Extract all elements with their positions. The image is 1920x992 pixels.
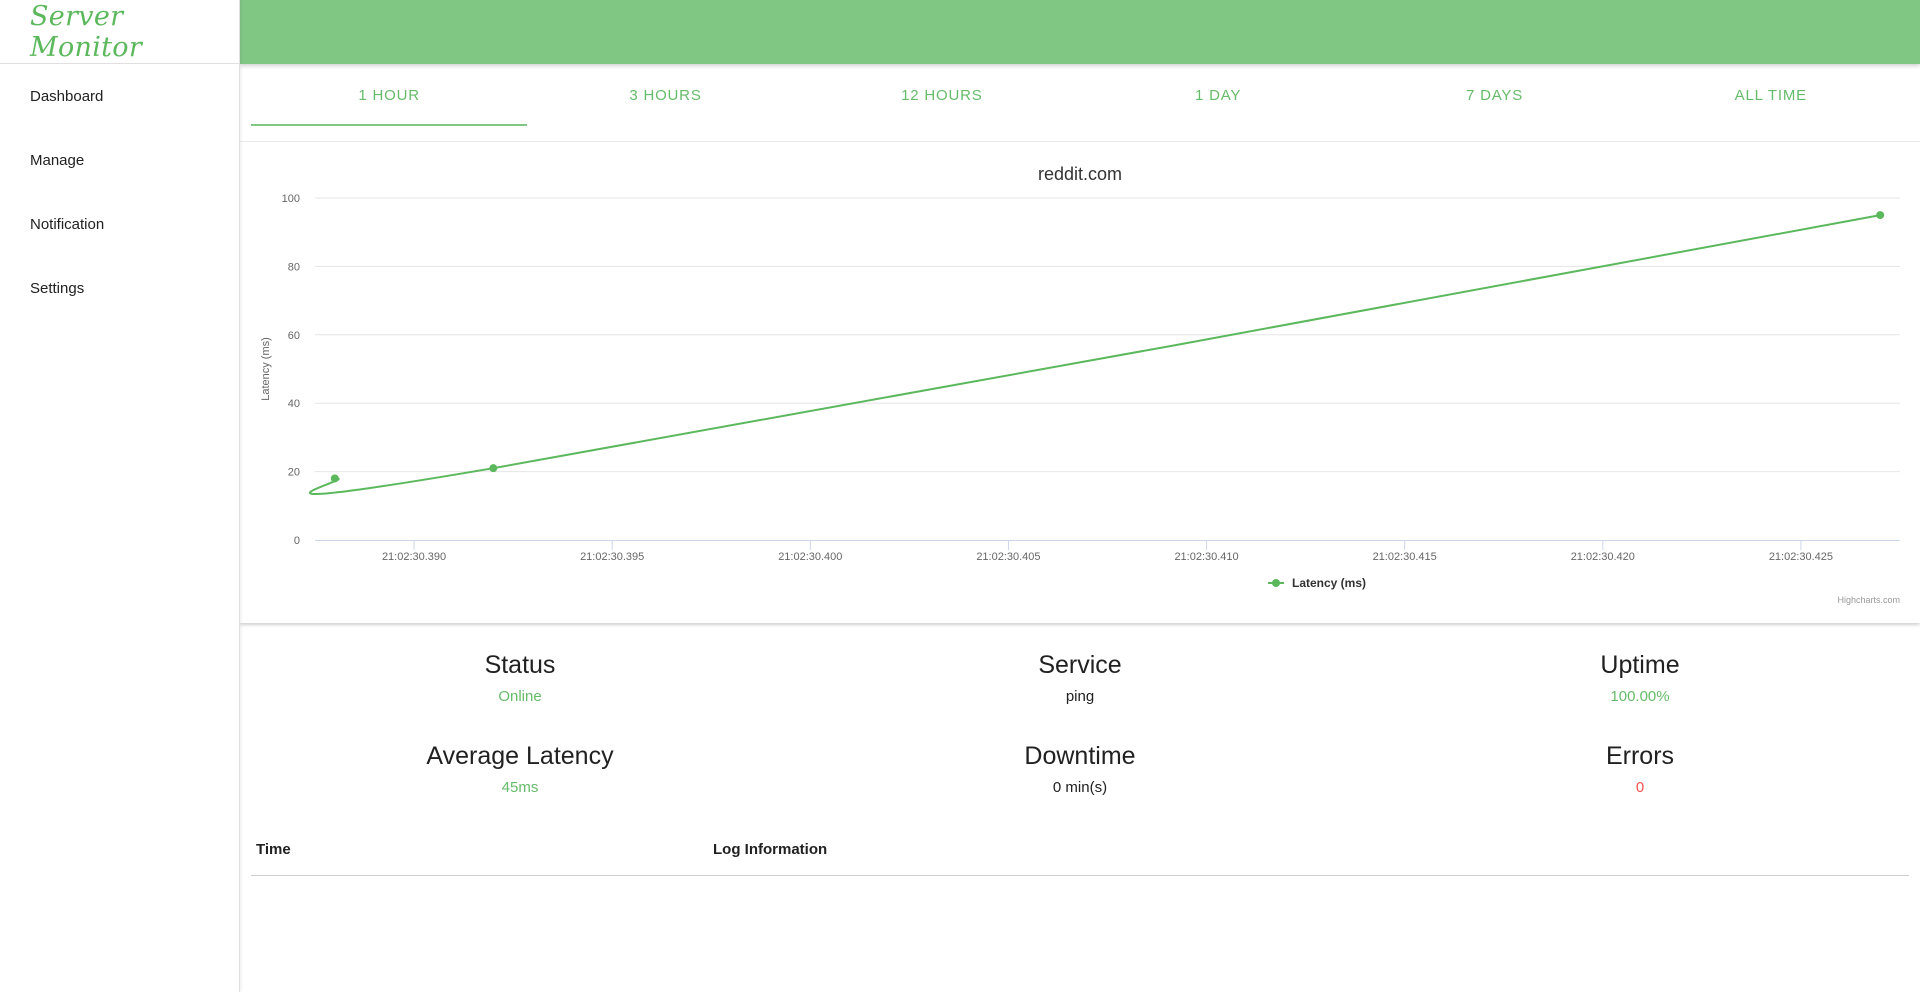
log-column-information: Log Information xyxy=(713,841,828,858)
chart-data-point[interactable] xyxy=(330,474,339,483)
chart-x-tick-label: 21:02:30.420 xyxy=(1571,551,1635,563)
sidebar: Server Monitor Dashboard Manage Notifica… xyxy=(0,0,240,992)
chart-credit[interactable]: Highcharts.com xyxy=(1837,595,1900,605)
stat-uptime-value: 100.00% xyxy=(1610,688,1670,705)
chart-x-tick-label: 21:02:30.390 xyxy=(382,551,446,563)
chart-x-tick-label: 21:02:30.415 xyxy=(1373,551,1437,563)
sidebar-item-settings[interactable]: Settings xyxy=(0,256,239,320)
tab-3-hours[interactable]: 3 HOURS xyxy=(527,64,803,126)
stat-average-latency-value: 45ms xyxy=(501,779,539,796)
chart-x-tick-label: 21:02:30.425 xyxy=(1769,551,1833,563)
chart-y-tick-label: 0 xyxy=(294,535,300,547)
chart-data-point[interactable] xyxy=(1876,211,1885,220)
sidebar-item-manage[interactable]: Manage xyxy=(0,128,239,192)
latency-chart-card: 0 20 40 60 80 100 21:02:30.390 21:02:30.395 21:… xyxy=(240,142,1920,623)
chart-y-tick-label: 20 xyxy=(288,467,300,479)
log-table-header: Time Log Information xyxy=(251,832,1909,876)
stat-downtime-label: Downtime xyxy=(1024,742,1136,770)
stat-status-value: Online xyxy=(498,688,542,705)
chart-series-line[interactable] xyxy=(309,214,1881,496)
legend-symbol-marker xyxy=(1272,579,1280,587)
tab-7-days[interactable]: 7 DAYS xyxy=(1356,64,1632,126)
chart-y-ticks: 0 20 40 60 80 100 xyxy=(282,193,300,547)
brand[interactable]: Server Monitor xyxy=(0,0,239,64)
tab-1-day[interactable]: 1 DAY xyxy=(1080,64,1356,126)
stat-errors: Errors 0 xyxy=(1440,742,1840,796)
stat-service-label: Service xyxy=(1038,651,1122,679)
chart-x-tick-label: 21:02:30.395 xyxy=(580,551,644,563)
chart-y-tick-label: 40 xyxy=(288,398,300,410)
stat-uptime-label: Uptime xyxy=(1600,651,1680,679)
chart-x-ticks: 21:02:30.390 21:02:30.395 21:02:30.400 21:0… xyxy=(382,540,1833,563)
chart-y-tick-label: 100 xyxy=(282,193,300,205)
sidebar-item-dashboard[interactable]: Dashboard xyxy=(0,64,239,128)
chart-x-tick-label: 21:02:30.400 xyxy=(778,551,842,563)
stat-status: Status Online xyxy=(320,651,720,705)
tab-1-hour[interactable]: 1 HOUR xyxy=(251,64,528,126)
stat-average-latency: Average Latency 45ms xyxy=(320,742,720,796)
tab-all-time[interactable]: ALL TIME xyxy=(1633,64,1909,126)
stat-errors-label: Errors xyxy=(1605,742,1675,770)
stat-uptime: Uptime 100.00% xyxy=(1440,651,1840,705)
chart-y-axis-label: Latency (ms) xyxy=(260,337,272,401)
stat-service: Service ping xyxy=(880,651,1280,705)
chart-grid xyxy=(315,197,1900,473)
tab-12-hours[interactable]: 12 HOURS xyxy=(804,64,1080,126)
chart-series xyxy=(309,211,1885,496)
legend-item-latency[interactable]: Latency (ms) xyxy=(1292,576,1366,590)
chart-y-tick-label: 80 xyxy=(288,261,300,273)
sidebar-item-notification[interactable]: Notification xyxy=(0,192,239,256)
top-app-bar xyxy=(240,0,1920,64)
chart-y-tick-label: 60 xyxy=(288,330,300,342)
log-column-time: Time xyxy=(256,841,291,858)
chart-x-tick-label: 21:02:30.405 xyxy=(976,551,1040,563)
latency-chart: 020406080100 21:02:30.390 21:02:30.395 21:… xyxy=(260,164,1900,605)
chart-title: reddit.com xyxy=(1038,164,1122,184)
time-range-tabs: 1 HOUR 3 HOURS 12 HOURS 1 DAY 7 DAYS ALL… xyxy=(251,64,1909,126)
chart-data-point[interactable] xyxy=(489,464,498,473)
app-title[interactable]: Server Monitor xyxy=(30,1,239,63)
stat-errors-value: 0 xyxy=(1635,779,1645,796)
stat-service-value: ping xyxy=(1065,688,1095,705)
stat-average-latency-label: Average Latency xyxy=(426,742,614,770)
stat-status-label: Status xyxy=(484,651,556,679)
chart-legend[interactable]: Latency (ms) xyxy=(1268,576,1366,590)
stat-downtime-value: 0 min(s) xyxy=(1052,779,1108,796)
chart-x-tick-label: 21:02:30.410 xyxy=(1174,551,1238,563)
stat-downtime: Downtime 0 min(s) xyxy=(880,742,1280,796)
